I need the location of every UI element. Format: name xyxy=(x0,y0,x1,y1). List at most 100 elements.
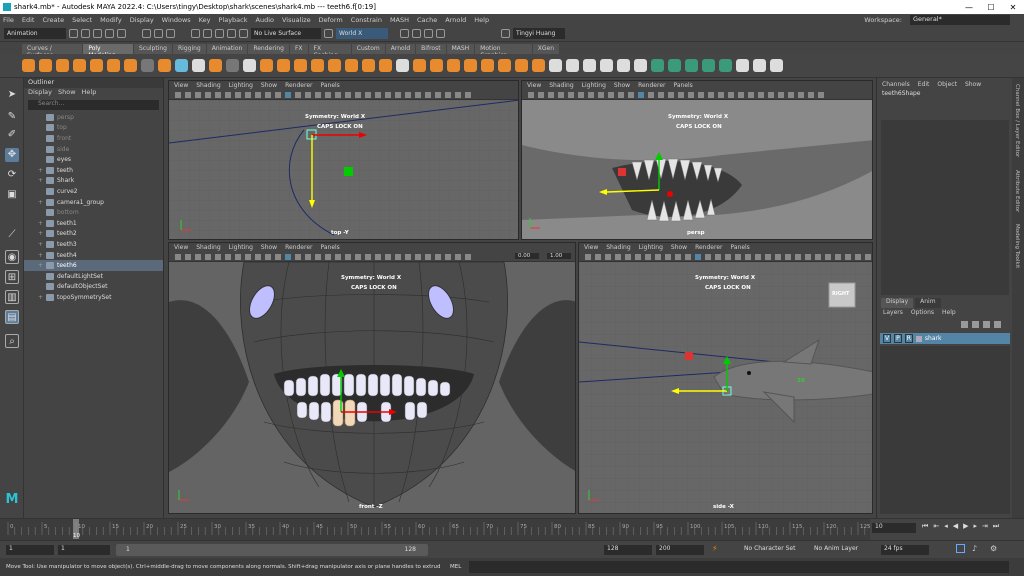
shelf-tool-icon[interactable] xyxy=(464,59,477,72)
panel-toolbar-icon[interactable] xyxy=(588,92,594,98)
outliner-item[interactable]: + teeth6 xyxy=(24,260,163,271)
shelf-tool-icon[interactable] xyxy=(634,59,647,72)
layer-row-shark[interactable]: V P R shark xyxy=(880,333,1010,344)
panel-toolbar-icon[interactable] xyxy=(335,92,341,98)
viewport-menu-shading[interactable]: Shading xyxy=(549,82,573,89)
select-tool-icon[interactable]: ➤ xyxy=(5,88,19,102)
anim-end-field[interactable]: 128 xyxy=(604,545,652,555)
menu-constrain[interactable]: Constrain xyxy=(348,16,387,24)
view-cube-right[interactable]: RIGHT xyxy=(832,291,849,297)
shelf-tab-bifrost[interactable]: Bifrost xyxy=(416,44,446,54)
expand-icon[interactable]: + xyxy=(38,230,46,237)
panel-toolbar-icon[interactable] xyxy=(625,254,631,260)
panel-toolbar-icon[interactable] xyxy=(668,92,674,98)
character-set-dropdown[interactable]: No Character Set xyxy=(744,545,808,555)
menu-windows[interactable]: Windows xyxy=(159,16,196,24)
show-manipulator-icon[interactable]: ⟋ xyxy=(5,228,19,242)
outliner-item[interactable]: + teeth xyxy=(24,165,163,176)
panel-toolbar-icon[interactable] xyxy=(598,92,604,98)
menu-cache[interactable]: Cache xyxy=(414,16,442,24)
close-button[interactable]: ✕ xyxy=(1002,3,1024,12)
layer-tab-display[interactable]: Display xyxy=(881,298,914,308)
panel-toolbar-icon[interactable] xyxy=(655,254,661,260)
panel-toolbar-icon[interactable] xyxy=(455,254,461,260)
panel-toolbar-icon[interactable] xyxy=(315,92,321,98)
expand-icon[interactable]: + xyxy=(38,294,46,301)
outliner-item[interactable]: side xyxy=(24,144,163,155)
channel-menu-show[interactable]: Show xyxy=(965,81,981,88)
panel-toolbar-icon[interactable] xyxy=(758,92,764,98)
step-back-frame-icon[interactable]: ◂ xyxy=(944,522,948,531)
expand-icon[interactable]: + xyxy=(38,167,46,174)
scale-tool-icon[interactable]: ▣ xyxy=(5,188,19,202)
shelf-tool-icon[interactable] xyxy=(770,59,783,72)
panel-toolbar-icon[interactable] xyxy=(425,92,431,98)
panel-toolbar-icon[interactable] xyxy=(765,254,771,260)
open-scene-icon[interactable] xyxy=(81,29,90,38)
viewport-menu-lighting[interactable]: Lighting xyxy=(582,82,606,89)
outliner-item[interactable]: + camera1_group xyxy=(24,197,163,208)
panel-toolbar-icon[interactable] xyxy=(265,254,271,260)
shelf-tool-icon[interactable] xyxy=(124,59,137,72)
step-forward-frame-icon[interactable]: ▸ xyxy=(973,522,977,531)
shelf-tab-fx-caching[interactable]: FX Caching xyxy=(308,44,351,59)
shelf-tool-icon[interactable] xyxy=(243,59,256,72)
panel-toolbar-icon[interactable] xyxy=(435,92,441,98)
viewport-persp[interactable]: View Shading Lighting Show Renderer Panels Sy… xyxy=(521,80,873,240)
panel-toolbar-icon[interactable] xyxy=(638,92,644,98)
channel-menu-channels[interactable]: Channels xyxy=(882,81,910,88)
save-scene-icon[interactable] xyxy=(93,29,102,38)
panel-toolbar-icon[interactable] xyxy=(255,254,261,260)
outliner-item[interactable]: persp xyxy=(24,112,163,123)
rotate-tool-icon[interactable]: ⟳ xyxy=(5,168,19,182)
outliner-item[interactable]: + teeth3 xyxy=(24,239,163,250)
paint-select-tool-icon[interactable]: ✐ xyxy=(5,128,19,142)
panel-toolbar-icon[interactable] xyxy=(825,254,831,260)
anim-layer-dropdown[interactable]: No Anim Layer xyxy=(814,545,878,555)
viewport-menu-renderer[interactable]: Renderer xyxy=(285,82,312,89)
panel-toolbar-icon[interactable] xyxy=(705,254,711,260)
panel-toolbar-icon[interactable] xyxy=(345,92,351,98)
snap-live-icon[interactable] xyxy=(239,29,248,38)
shelf-tool-icon[interactable] xyxy=(158,59,171,72)
snap-point-icon[interactable] xyxy=(215,29,224,38)
viewport-menu-lighting[interactable]: Lighting xyxy=(229,244,253,251)
menu-create[interactable]: Create xyxy=(39,16,69,24)
panel-toolbar-icon[interactable] xyxy=(435,254,441,260)
outliner-item[interactable]: curve2 xyxy=(24,186,163,197)
layer-visibility-toggle[interactable]: V xyxy=(883,334,892,343)
panel-toolbar-icon[interactable] xyxy=(568,92,574,98)
panel-toolbar-icon[interactable] xyxy=(375,254,381,260)
tab-modeling-toolkit[interactable]: Modeling Toolkit xyxy=(1014,224,1020,268)
persp-outliner-layout-icon[interactable]: ▤ xyxy=(5,310,19,324)
four-view-layout-icon[interactable]: ⊞ xyxy=(5,270,19,284)
viewport-menu-panels[interactable]: Panels xyxy=(730,244,749,251)
shelf-tool-icon[interactable] xyxy=(549,59,562,72)
expand-icon[interactable]: + xyxy=(38,177,46,184)
panel-toolbar-icon[interactable] xyxy=(305,254,311,260)
expand-icon[interactable]: + xyxy=(38,262,46,269)
panel-toolbar-icon[interactable] xyxy=(175,254,181,260)
menu-select[interactable]: Select xyxy=(69,16,97,24)
viewport-menu-show[interactable]: Show xyxy=(261,82,277,89)
viewport-side[interactable]: View Shading Lighting Show Renderer Panels Sy… xyxy=(578,242,873,514)
panel-toolbar-icon[interactable] xyxy=(808,92,814,98)
layer-reference-toggle[interactable]: R xyxy=(904,334,913,343)
range-bar[interactable]: 1 128 xyxy=(116,544,428,556)
menu-audio[interactable]: Audio xyxy=(253,16,279,24)
shelf-tool-icon[interactable] xyxy=(56,59,69,72)
two-pane-layout-icon[interactable]: ▥ xyxy=(5,290,19,304)
outliner-search-input[interactable]: Search... xyxy=(28,100,159,110)
outliner-item[interactable]: top xyxy=(24,123,163,134)
play-forwards-icon[interactable]: ▶ xyxy=(963,522,968,531)
channel-menu-edit[interactable]: Edit xyxy=(918,81,930,88)
panel-toolbar-icon[interactable] xyxy=(275,92,281,98)
minimize-button[interactable]: — xyxy=(958,3,980,12)
select-component-icon[interactable] xyxy=(166,29,175,38)
viewport-menu-show[interactable]: Show xyxy=(614,82,630,89)
shelf-tool-icon[interactable] xyxy=(362,59,375,72)
viewport-menu-show[interactable]: Show xyxy=(261,244,277,251)
panel-toolbar-icon[interactable] xyxy=(385,254,391,260)
outliner-item[interactable]: defaultLightSet xyxy=(24,271,163,282)
panel-toolbar-icon[interactable] xyxy=(738,92,744,98)
